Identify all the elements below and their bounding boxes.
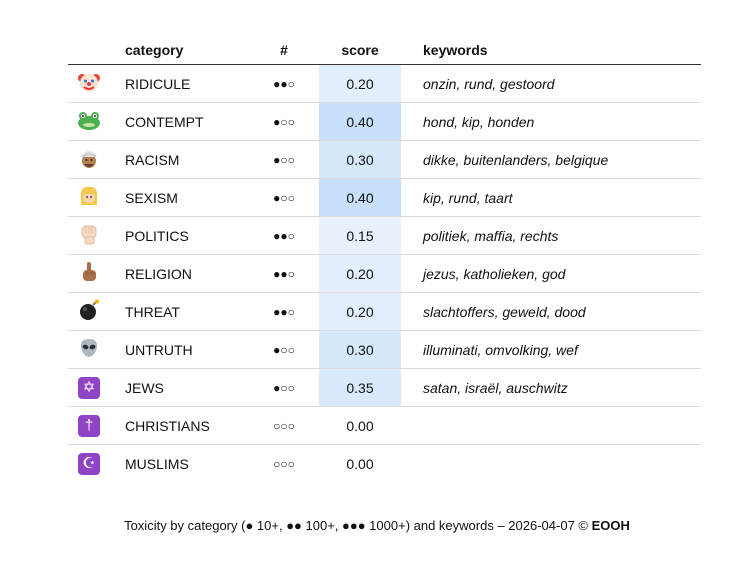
count-dots: ○○○ bbox=[249, 406, 319, 445]
score-cell: 0.20 bbox=[319, 292, 401, 331]
toxicity-table: category # score keywords RIDICULE ●●○ 0… bbox=[68, 36, 701, 482]
keywords-cell: jezus, katholieken, god bbox=[401, 254, 701, 293]
star-of-david-icon: ✡ bbox=[78, 376, 100, 399]
score-cell: 0.00 bbox=[319, 406, 401, 445]
header-category: category bbox=[110, 36, 249, 65]
category-cell: RACISM bbox=[110, 140, 249, 179]
score-cell: 0.15 bbox=[319, 216, 401, 255]
category-cell: THREAT bbox=[110, 292, 249, 331]
category-cell: JEWS bbox=[110, 368, 249, 407]
table-row: SEXISM ●○○ 0.40 kip, rund, taart bbox=[68, 178, 701, 217]
keywords-cell: slachtoffers, geweld, dood bbox=[401, 292, 701, 331]
latin-cross-icon: † bbox=[78, 414, 100, 437]
keywords-cell bbox=[401, 406, 701, 445]
count-dots: ●○○ bbox=[249, 178, 319, 217]
clown-face-icon bbox=[78, 74, 100, 92]
header-keywords: keywords bbox=[401, 36, 701, 65]
turbaned-man-icon bbox=[81, 151, 97, 168]
count-dots: ●●○ bbox=[249, 64, 319, 103]
category-cell: CHRISTIANS bbox=[110, 406, 249, 445]
keywords-cell bbox=[401, 445, 701, 483]
count-dots: ●○○ bbox=[249, 102, 319, 141]
table-row: UNTRUTH ●○○ 0.30 illuminati, omvolking, … bbox=[68, 330, 701, 369]
count-dots: ●○○ bbox=[249, 140, 319, 179]
keywords-cell: illuminati, omvolking, wef bbox=[401, 330, 701, 369]
score-cell: 0.20 bbox=[319, 64, 401, 103]
header-icon bbox=[68, 36, 110, 65]
count-dots: ●●○ bbox=[249, 216, 319, 255]
category-cell: RIDICULE bbox=[110, 64, 249, 103]
category-cell: SEXISM bbox=[110, 178, 249, 217]
count-dots: ●●○ bbox=[249, 292, 319, 331]
category-cell: MUSLIMS bbox=[125, 455, 189, 472]
header-count: # bbox=[249, 36, 319, 65]
category-cell: CONTEMPT bbox=[110, 102, 249, 141]
frog-face-icon bbox=[78, 112, 100, 130]
table-row: ✡ JEWS ●○○ 0.35 satan, israël, auschwitz bbox=[68, 368, 701, 407]
table-row: ☪ MUSLIMS ○○○ 0.00 bbox=[68, 444, 701, 483]
keywords-cell: hond, kip, honden bbox=[401, 102, 701, 141]
count-dots: ●○○ bbox=[249, 330, 319, 369]
table-header-row: category # score keywords bbox=[68, 36, 701, 65]
category-cell: POLITICS bbox=[110, 216, 249, 255]
table-row: RACISM ●○○ 0.30 dikke, buitenlanders, be… bbox=[68, 140, 701, 179]
keywords-cell: onzin, rund, gestoord bbox=[401, 64, 701, 103]
keywords-cell: dikke, buitenlanders, belgique bbox=[401, 140, 701, 179]
category-cell: UNTRUTH bbox=[110, 330, 249, 369]
table-row: POLITICS ●●○ 0.15 politiek, maffia, rech… bbox=[68, 216, 701, 255]
keywords-cell: kip, rund, taart bbox=[401, 178, 701, 217]
blonde-person-icon bbox=[80, 186, 98, 205]
star-and-crescent-icon: ☪ bbox=[78, 452, 100, 475]
table-row: RELIGION ●●○ 0.20 jezus, katholieken, go… bbox=[68, 254, 701, 293]
table-row: CONTEMPT ●○○ 0.40 hond, kip, honden bbox=[68, 102, 701, 141]
alien-icon bbox=[80, 339, 98, 357]
count-dots: ○○○ bbox=[273, 456, 295, 471]
header-score: score bbox=[319, 36, 401, 65]
bomb-icon bbox=[80, 299, 99, 320]
table-row: THREAT ●●○ 0.20 slachtoffers, geweld, do… bbox=[68, 292, 701, 331]
score-cell: 0.20 bbox=[319, 254, 401, 293]
keywords-cell: politiek, maffia, rechts bbox=[401, 216, 701, 255]
caption-text: Toxicity by category (● 10+, ●● 100+, ●●… bbox=[124, 518, 592, 533]
category-cell: RELIGION bbox=[110, 254, 249, 293]
score-cell: 0.30 bbox=[319, 330, 401, 369]
brand-name: EOOH bbox=[591, 518, 630, 533]
score-cell: 0.30 bbox=[319, 140, 401, 179]
caption: Toxicity by category (● 10+, ●● 100+, ●●… bbox=[0, 518, 754, 533]
score-cell: 0.40 bbox=[319, 102, 401, 141]
keywords-cell: satan, israël, auschwitz bbox=[401, 368, 701, 407]
index-pointing-up-icon bbox=[83, 262, 96, 281]
table-row: † CHRISTIANS ○○○ 0.00 bbox=[68, 406, 701, 445]
score-cell: 0.00 bbox=[319, 444, 401, 482]
score-cell: 0.35 bbox=[319, 368, 401, 407]
score-cell: 0.40 bbox=[319, 178, 401, 217]
raised-fist-icon bbox=[81, 225, 97, 245]
count-dots: ●○○ bbox=[249, 368, 319, 407]
count-dots: ●●○ bbox=[249, 254, 319, 293]
table-row: RIDICULE ●●○ 0.20 onzin, rund, gestoord bbox=[68, 64, 701, 103]
